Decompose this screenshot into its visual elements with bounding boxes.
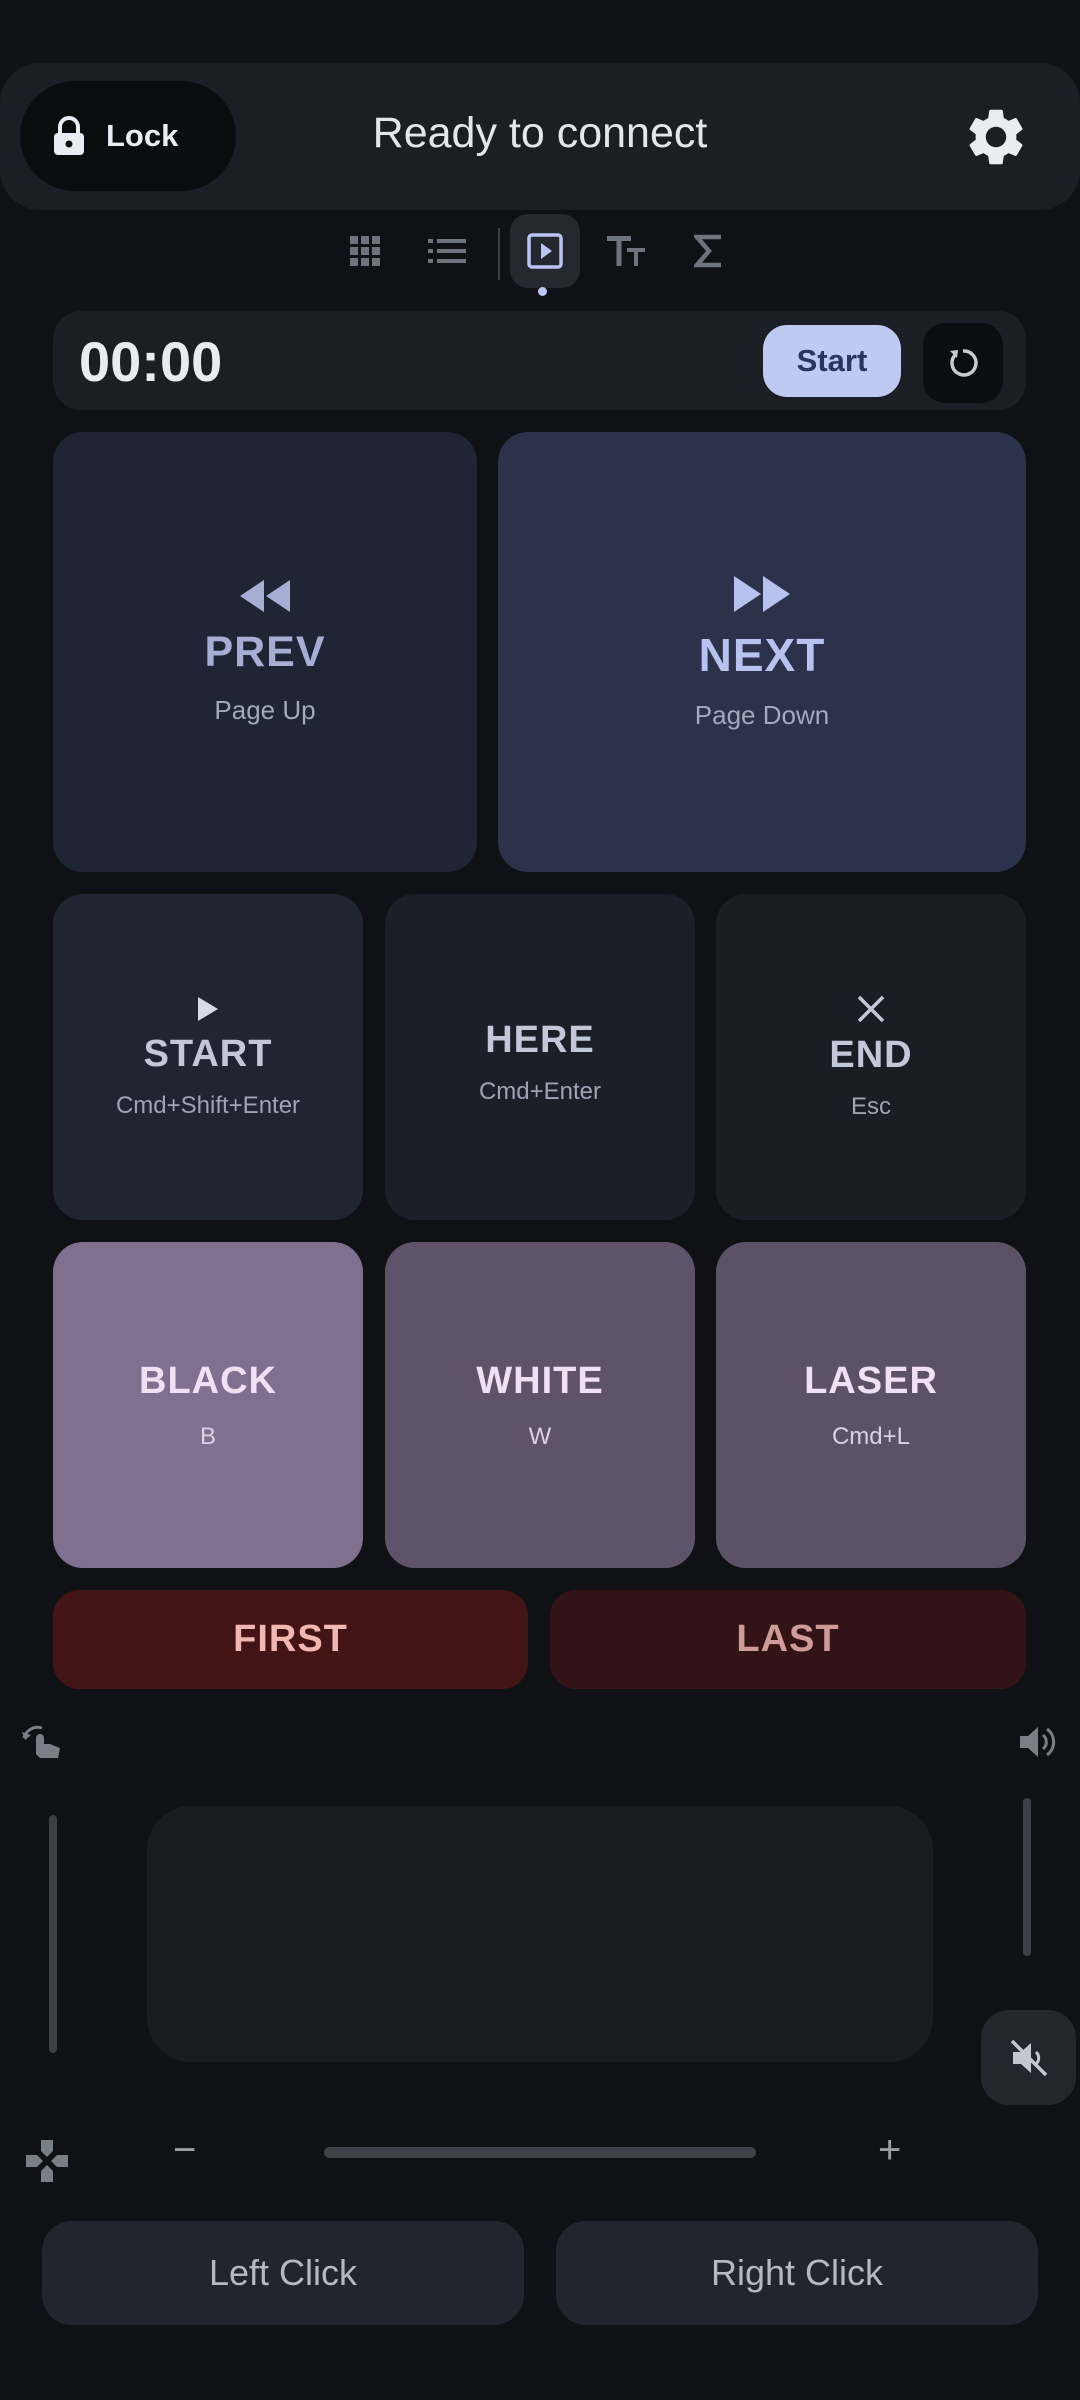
tab-list[interactable] xyxy=(412,214,482,288)
sensitivity-slider[interactable] xyxy=(324,2147,756,2158)
lock-icon xyxy=(54,116,84,155)
tab-grid[interactable] xyxy=(330,214,400,288)
white-shortcut: W xyxy=(528,1422,552,1450)
touchpad-area[interactable] xyxy=(147,1806,933,2062)
end-label: END xyxy=(829,1033,913,1076)
next-label: NEXT xyxy=(698,628,826,681)
end-show-button[interactable]: END Esc xyxy=(716,894,1026,1220)
volume-slider[interactable] xyxy=(1023,1798,1031,1956)
prev-label: PREV xyxy=(204,628,326,676)
tab-sigma[interactable] xyxy=(674,214,744,288)
black-screen-button[interactable]: BLACK B xyxy=(53,1242,363,1568)
timer-value: 00:00 xyxy=(79,330,223,393)
prev-shortcut: Page Up xyxy=(214,695,316,725)
prev-slide-button[interactable]: PREV Page Up xyxy=(53,432,477,872)
mute-button[interactable] xyxy=(981,2010,1076,2105)
start-show-button[interactable]: START Cmd+Shift+Enter xyxy=(53,894,363,1220)
timer-start-button[interactable]: Start xyxy=(763,325,901,397)
active-tab-indicator xyxy=(538,287,547,296)
gear-icon[interactable] xyxy=(962,103,1030,171)
volume-mute-icon xyxy=(1010,2039,1047,2076)
white-screen-button[interactable]: WHITE W xyxy=(385,1242,695,1568)
lock-label: Lock xyxy=(106,118,179,153)
lock-button[interactable]: Lock xyxy=(20,81,236,191)
gesture-rotate-icon[interactable] xyxy=(20,1724,64,1764)
end-shortcut: Esc xyxy=(850,1092,891,1120)
timer-reset-button[interactable] xyxy=(923,323,1003,403)
top-bar: Lock Ready to connect xyxy=(0,63,1080,210)
start-label: START xyxy=(143,1032,273,1075)
black-label: BLACK xyxy=(139,1359,277,1402)
text-size-icon xyxy=(607,236,645,266)
start-here-button[interactable]: HERE Cmd+Enter xyxy=(385,894,695,1220)
laser-pointer-button[interactable]: LASER Cmd+L xyxy=(716,1242,1026,1568)
sigma-icon xyxy=(694,234,721,268)
start-shortcut: Cmd+Shift+Enter xyxy=(115,1091,301,1119)
decrease-button[interactable]: − xyxy=(173,2125,196,2175)
play-icon xyxy=(198,996,218,1021)
tab-presentation[interactable] xyxy=(510,214,580,288)
right-click-button[interactable]: Right Click xyxy=(556,2221,1038,2325)
timer-bar: 00:00 Start xyxy=(53,311,1026,410)
tab-text-size[interactable] xyxy=(592,214,662,288)
next-slide-button[interactable]: NEXT Page Down xyxy=(498,432,1026,872)
laser-shortcut: Cmd+L xyxy=(831,1422,911,1450)
gamepad-dpad-icon[interactable] xyxy=(24,2138,70,2184)
volume-icon[interactable] xyxy=(1018,1724,1056,1760)
increase-button[interactable]: + xyxy=(878,2125,901,2175)
grid-icon xyxy=(350,236,380,266)
present-play-icon xyxy=(527,233,563,269)
laser-label: LASER xyxy=(804,1359,938,1402)
black-shortcut: B xyxy=(199,1422,216,1450)
first-slide-button[interactable]: FIRST xyxy=(53,1590,528,1689)
list-icon xyxy=(428,239,466,263)
here-shortcut: Cmd+Enter xyxy=(478,1077,602,1105)
fast-forward-icon xyxy=(734,575,790,612)
white-label: WHITE xyxy=(476,1359,604,1402)
next-shortcut: Page Down xyxy=(694,699,830,730)
rewind-icon xyxy=(240,580,290,612)
here-label: HERE xyxy=(485,1018,595,1061)
connection-status: Ready to connect xyxy=(372,109,708,157)
left-click-button[interactable]: Left Click xyxy=(42,2221,524,2325)
reset-icon xyxy=(950,349,978,377)
last-slide-button[interactable]: LAST xyxy=(550,1590,1026,1689)
vertical-scroll-strip-left[interactable] xyxy=(49,1815,57,2053)
mode-tabs xyxy=(330,214,750,294)
tab-divider xyxy=(498,228,500,280)
close-icon xyxy=(857,995,885,1022)
